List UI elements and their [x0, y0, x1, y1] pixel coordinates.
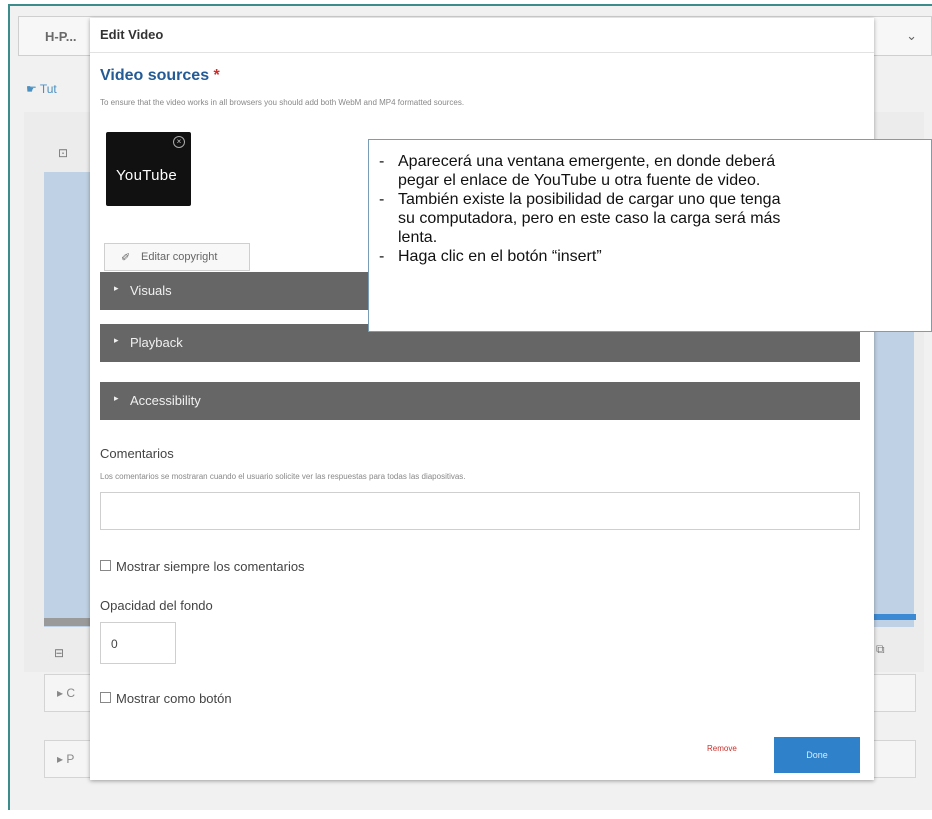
divider [90, 52, 874, 53]
accordion-label: Playback [130, 335, 183, 350]
edit-copyright-label: Editar copyright [141, 251, 218, 263]
instruction-line: lenta. [398, 229, 438, 246]
show-as-button-checkbox[interactable]: Mostrar como botón [100, 691, 232, 706]
editor-toolbar-icon[interactable]: ⊟ [54, 646, 64, 660]
fullscreen-icon[interactable]: ⧉ [876, 642, 885, 657]
done-button[interactable]: Done [774, 737, 860, 773]
feedback-title: Comentarios [100, 446, 174, 461]
edit-video-dialog: Edit Video Video sources * To ensure tha… [90, 18, 874, 780]
instruction-callout: Aparecerá una ventana emergente, en dond… [368, 139, 932, 332]
show-as-button-label: Mostrar como botón [116, 691, 232, 706]
instruction-list: Aparecerá una ventana emergente, en dond… [375, 152, 931, 266]
accordion-label: Accessibility [130, 393, 201, 408]
checkbox-box[interactable] [100, 692, 111, 703]
feedback-description: Los comentarios se mostraran cuando el u… [100, 472, 466, 481]
remove-link[interactable]: Remove [707, 744, 737, 753]
instruction-line: Haga clic en el botón “insert” [375, 247, 931, 266]
expand-icon: ▸ [114, 283, 119, 293]
editor-row-label: ▸ P [57, 752, 75, 766]
video-thumbnail[interactable]: × YouTube [106, 132, 191, 206]
expand-icon: ▸ [114, 393, 119, 403]
opacity-title: Opacidad del fondo [100, 598, 213, 613]
dialog-title: Edit Video [100, 27, 164, 42]
video-sources-label: Video sources [100, 67, 210, 84]
show-feedback-label: Mostrar siempre los comentarios [116, 559, 305, 574]
editor-tool-icon[interactable]: ⊡ [58, 146, 68, 160]
remove-source-icon[interactable]: × [173, 136, 185, 148]
video-sources-description: To ensure that the video works in all br… [100, 98, 465, 107]
show-feedback-checkbox[interactable]: Mostrar siempre los comentarios [100, 559, 305, 574]
editor-tab[interactable]: ☛ Tut [26, 82, 57, 96]
video-sources-title: Video sources * [100, 67, 220, 85]
editor-topbar-label: H-P... [45, 29, 77, 44]
expand-icon: ▸ [114, 335, 119, 345]
editor-row-label: ▸ C [57, 686, 76, 700]
accordion-label: Visuals [130, 283, 172, 298]
editor-progress-bar [872, 614, 916, 620]
editor-tab-label: Tut [39, 82, 57, 96]
chevron-down-icon[interactable]: ⌄ [906, 28, 917, 44]
feedback-input[interactable] [100, 492, 860, 530]
instruction-line: pegar el enlace de YouTube u otra fuente… [398, 172, 761, 189]
accordion-accessibility[interactable]: ▸ Accessibility [100, 382, 860, 420]
checkbox-box[interactable] [100, 560, 111, 571]
instruction-line: Aparecerá una ventana emergente, en dond… [375, 152, 931, 171]
opacity-value: 0 [111, 637, 118, 651]
opacity-input[interactable]: 0 [100, 622, 176, 664]
edit-icon: ✐ [121, 252, 131, 264]
required-marker: * [213, 67, 220, 84]
instruction-line: También existe la posibilidad de cargar … [375, 190, 931, 209]
instruction-line: su computadora, pero en este caso la car… [398, 210, 781, 227]
edit-copyright-button[interactable]: ✐ Editar copyright [104, 243, 250, 271]
thumbnail-text: YouTube [116, 167, 178, 184]
